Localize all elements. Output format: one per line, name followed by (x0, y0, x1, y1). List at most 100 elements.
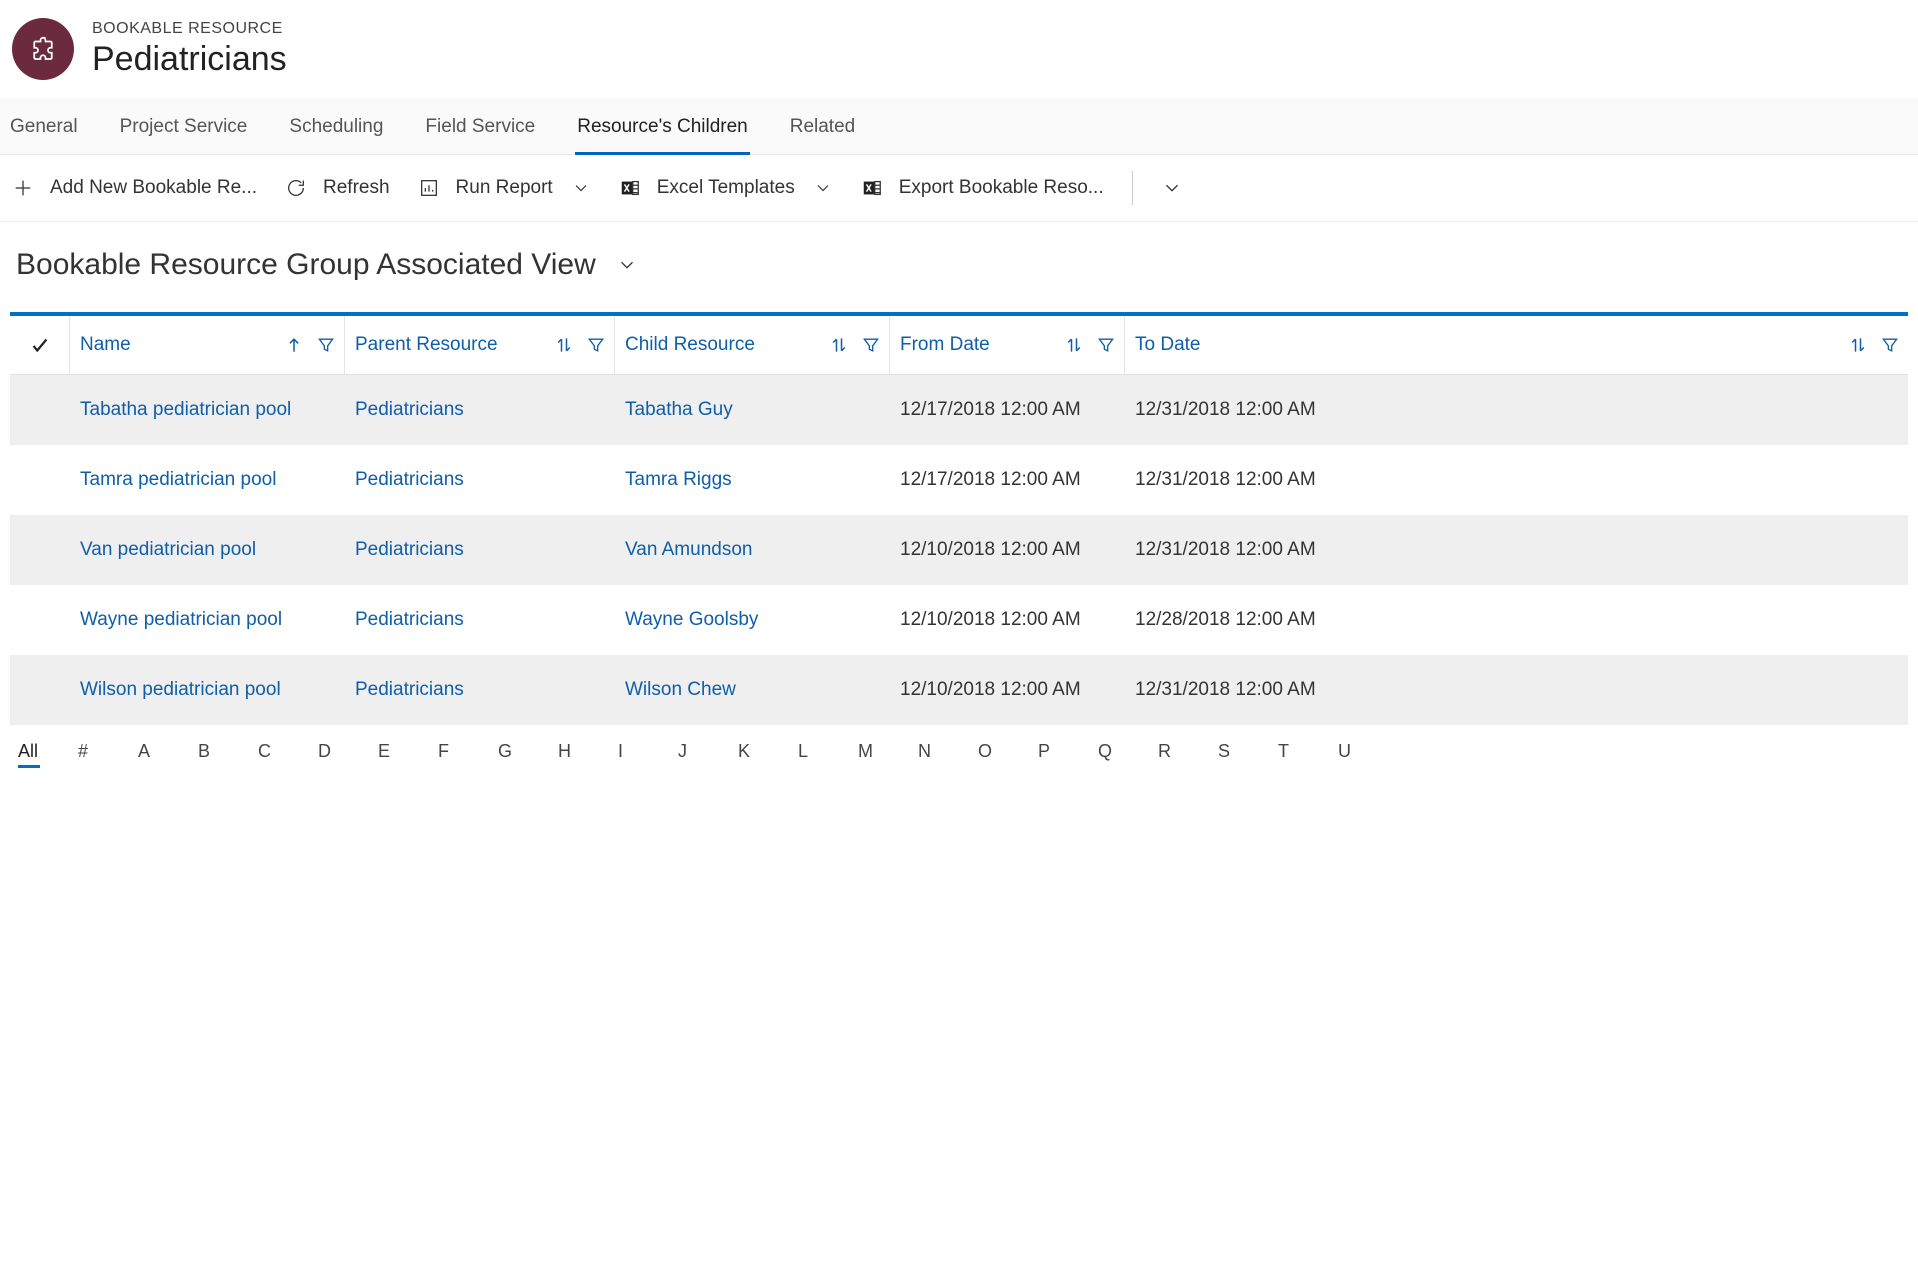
cell-from-date: 12/10/2018 12:00 AM (890, 655, 1125, 725)
cell-name[interactable]: Tabatha pediatrician pool (70, 375, 345, 445)
grid-header: Name Parent Resource Child Resource (10, 316, 1908, 375)
table-row[interactable]: Tamra pediatrician poolPediatriciansTamr… (10, 445, 1908, 515)
refresh-label: Refresh (323, 177, 390, 199)
row-checkbox[interactable] (10, 375, 70, 445)
tab-related[interactable]: Related (788, 98, 858, 154)
cell-parent-resource[interactable]: Pediatricians (345, 515, 615, 585)
excel-icon (619, 177, 641, 199)
filter-icon[interactable] (1880, 335, 1900, 355)
run-report-button[interactable]: Run Report (418, 177, 591, 199)
alpha-filter-e[interactable]: E (378, 737, 438, 766)
cell-to-date: 12/28/2018 12:00 AM (1125, 585, 1908, 655)
cell-child-resource[interactable]: Wayne Goolsby (615, 585, 890, 655)
cell-name[interactable]: Tamra pediatrician pool (70, 445, 345, 515)
cell-name[interactable]: Wilson pediatrician pool (70, 655, 345, 725)
alpha-filter-s[interactable]: S (1218, 737, 1278, 766)
alpha-filter-o[interactable]: O (978, 737, 1038, 766)
sort-icon[interactable] (554, 335, 574, 355)
alpha-filter-u[interactable]: U (1338, 737, 1398, 766)
column-header-child-resource[interactable]: Child Resource (615, 316, 890, 374)
table-row[interactable]: Wayne pediatrician poolPediatriciansWayn… (10, 585, 1908, 655)
alpha-filter-c[interactable]: C (258, 737, 318, 766)
table-row[interactable]: Wilson pediatrician poolPediatriciansWil… (10, 655, 1908, 725)
view-title-row: Bookable Resource Group Associated View (0, 222, 1918, 312)
alpha-filter-l[interactable]: L (798, 737, 858, 766)
tab-general[interactable]: General (8, 98, 80, 154)
tab-resources-children[interactable]: Resource's Children (575, 98, 749, 154)
cell-from-date: 12/17/2018 12:00 AM (890, 445, 1125, 515)
tab-field-service[interactable]: Field Service (423, 98, 537, 154)
entity-icon (12, 18, 74, 80)
cell-name[interactable]: Wayne pediatrician pool (70, 585, 345, 655)
alpha-filter-d[interactable]: D (318, 737, 378, 766)
chevron-down-icon (571, 178, 591, 198)
column-child-label: Child Resource (625, 334, 829, 356)
alpha-filter-#[interactable]: # (78, 737, 138, 766)
view-selector[interactable]: Bookable Resource Group Associated View (16, 248, 638, 282)
sort-asc-icon[interactable] (284, 335, 304, 355)
cell-from-date: 12/10/2018 12:00 AM (890, 585, 1125, 655)
alpha-filter-f[interactable]: F (438, 737, 498, 766)
add-new-button[interactable]: Add New Bookable Re... (12, 177, 257, 199)
alpha-filter-m[interactable]: M (858, 737, 918, 766)
excel-icon (861, 177, 883, 199)
alpha-filter-g[interactable]: G (498, 737, 558, 766)
row-checkbox[interactable] (10, 445, 70, 515)
alpha-filter-all[interactable]: All (18, 737, 78, 766)
column-header-parent-resource[interactable]: Parent Resource (345, 316, 615, 374)
cell-child-resource[interactable]: Van Amundson (615, 515, 890, 585)
cell-name[interactable]: Van pediatrician pool (70, 515, 345, 585)
entity-name: Pediatricians (92, 40, 287, 79)
cell-parent-resource[interactable]: Pediatricians (345, 585, 615, 655)
sort-icon[interactable] (829, 335, 849, 355)
alpha-filter-t[interactable]: T (1278, 737, 1338, 766)
filter-icon[interactable] (1096, 335, 1116, 355)
sort-icon[interactable] (1848, 335, 1868, 355)
alpha-filter-i[interactable]: I (618, 737, 678, 766)
grid-body: Tabatha pediatrician poolPediatriciansTa… (10, 375, 1908, 725)
alpha-filter-q[interactable]: Q (1098, 737, 1158, 766)
row-checkbox[interactable] (10, 655, 70, 725)
column-header-from-date[interactable]: From Date (890, 316, 1125, 374)
cell-to-date: 12/31/2018 12:00 AM (1125, 515, 1908, 585)
tab-project-service[interactable]: Project Service (118, 98, 250, 154)
alpha-filter-b[interactable]: B (198, 737, 258, 766)
row-checkbox[interactable] (10, 515, 70, 585)
cell-child-resource[interactable]: Wilson Chew (615, 655, 890, 725)
export-button[interactable]: Export Bookable Reso... (861, 177, 1104, 199)
cell-to-date: 12/31/2018 12:00 AM (1125, 655, 1908, 725)
cell-parent-resource[interactable]: Pediatricians (345, 655, 615, 725)
cell-from-date: 12/17/2018 12:00 AM (890, 375, 1125, 445)
alpha-filter-h[interactable]: H (558, 737, 618, 766)
alpha-filter-r[interactable]: R (1158, 737, 1218, 766)
column-header-name[interactable]: Name (70, 316, 345, 374)
filter-icon[interactable] (586, 335, 606, 355)
filter-icon[interactable] (316, 335, 336, 355)
export-label: Export Bookable Reso... (899, 177, 1104, 199)
column-header-to-date[interactable]: To Date (1125, 316, 1908, 374)
cell-parent-resource[interactable]: Pediatricians (345, 445, 615, 515)
chevron-down-icon (1161, 177, 1183, 199)
tab-scheduling[interactable]: Scheduling (287, 98, 385, 154)
filter-icon[interactable] (861, 335, 881, 355)
cell-parent-resource[interactable]: Pediatricians (345, 375, 615, 445)
alpha-filter-p[interactable]: P (1038, 737, 1098, 766)
more-commands-button[interactable] (1161, 177, 1183, 199)
alpha-filter-a[interactable]: A (138, 737, 198, 766)
select-all-checkbox[interactable] (10, 316, 70, 374)
tab-bar: General Project Service Scheduling Field… (0, 98, 1918, 155)
excel-templates-button[interactable]: Excel Templates (619, 177, 833, 199)
cell-child-resource[interactable]: Tamra Riggs (615, 445, 890, 515)
row-checkbox[interactable] (10, 585, 70, 655)
alpha-filter-j[interactable]: J (678, 737, 738, 766)
sort-icon[interactable] (1064, 335, 1084, 355)
view-title-label: Bookable Resource Group Associated View (16, 248, 596, 282)
alpha-filter-k[interactable]: K (738, 737, 798, 766)
alpha-filter-n[interactable]: N (918, 737, 978, 766)
table-row[interactable]: Tabatha pediatrician poolPediatriciansTa… (10, 375, 1908, 445)
cell-to-date: 12/31/2018 12:00 AM (1125, 445, 1908, 515)
add-new-label: Add New Bookable Re... (50, 177, 257, 199)
cell-child-resource[interactable]: Tabatha Guy (615, 375, 890, 445)
refresh-button[interactable]: Refresh (285, 177, 390, 199)
table-row[interactable]: Van pediatrician poolPediatriciansVan Am… (10, 515, 1908, 585)
